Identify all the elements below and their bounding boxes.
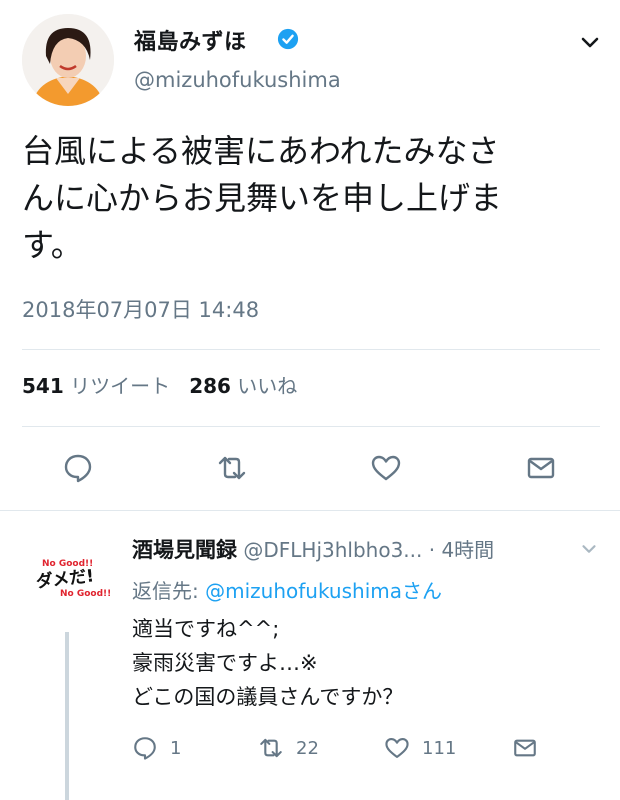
like-label: いいね [237, 374, 298, 398]
divider [22, 426, 600, 427]
reply-text-line: どこの国の議員さんですか？ [132, 685, 404, 709]
reply-count: 1 [170, 737, 182, 759]
retweet-icon [260, 738, 282, 758]
reply-icon[interactable] [62, 452, 94, 484]
like-count: 286 [189, 374, 231, 398]
reply-icon [134, 737, 156, 760]
reply-text-line: 適当ですね^^; [132, 617, 280, 641]
author-handle[interactable]: @mizuhofukushima [134, 68, 341, 92]
retweet-icon[interactable] [216, 452, 248, 484]
author-avatar[interactable] [22, 14, 114, 106]
reply-text: 適当ですね^^; 豪雨災害ですよ…※ どこの国の議員さんですか？ [132, 612, 403, 714]
like-stat[interactable]: 286 いいね [189, 374, 297, 398]
chevron-down-icon[interactable] [578, 30, 602, 54]
retweet-label: リツイート [70, 374, 171, 398]
reply-reply-action[interactable]: 1 [132, 734, 181, 762]
author-photo [22, 14, 114, 106]
reply-time: · 4時間 [428, 538, 495, 562]
replying-to: 返信先: @mizuhofukushimaさん [132, 575, 442, 604]
verified-badge-icon [277, 28, 299, 50]
like-icon[interactable] [370, 452, 402, 484]
logo-bottom-text: No Good!! [60, 589, 111, 599]
tweet-text-line: んに心からお見舞いを申し上げま [22, 179, 503, 217]
tweet-text-line: す。 [22, 226, 83, 264]
chevron-down-icon[interactable] [578, 538, 600, 560]
replying-to-link[interactable]: @mizuhofukushimaさん [205, 579, 442, 603]
retweet-stat[interactable]: 541 リツイート [22, 374, 170, 398]
thread-line [65, 632, 69, 800]
like-count: 111 [422, 737, 457, 759]
reply-text-line: 豪雨災害ですよ…※ [132, 651, 318, 675]
reply-author-name[interactable]: 酒場見聞録 [132, 538, 237, 562]
divider [22, 349, 600, 350]
reply-avatar[interactable]: No Good!! ダメだ! No Good!! [22, 532, 114, 624]
retweet-count: 22 [296, 737, 319, 759]
tweet-text-line: 台風による被害にあわれたみなさ [22, 132, 500, 170]
replying-to-handle: @mizuhofukushima [205, 579, 402, 603]
tweet-timestamp: 2018年07月07日 14:48 [22, 298, 260, 322]
reply-author-handle[interactable]: @DFLHj3hlbho3... [243, 538, 422, 562]
like-icon [385, 738, 409, 758]
share-icon [514, 739, 536, 757]
reply-retweet-action[interactable]: 22 [258, 734, 319, 762]
reply-share-action[interactable] [512, 734, 550, 762]
author-name[interactable]: 福島みずほ [134, 24, 247, 56]
share-icon[interactable] [525, 452, 557, 484]
replying-suffix: さん [401, 579, 442, 603]
replying-prefix: 返信先: [132, 579, 199, 603]
reply-like-action[interactable]: 111 [384, 734, 456, 762]
reply-avatar-logo: No Good!! ダメだ! No Good!! [22, 532, 114, 624]
section-separator [0, 510, 620, 511]
tweet-text: 台風による被害にあわれたみなさ んに心からお見舞いを申し上げま す。 [22, 128, 602, 269]
tweet-stats: 541 リツイート 286 いいね [22, 370, 297, 399]
reply-header: 酒場見聞録 @DFLHj3hlbho3... · 4時間 [132, 534, 494, 564]
retweet-count: 541 [22, 374, 64, 398]
